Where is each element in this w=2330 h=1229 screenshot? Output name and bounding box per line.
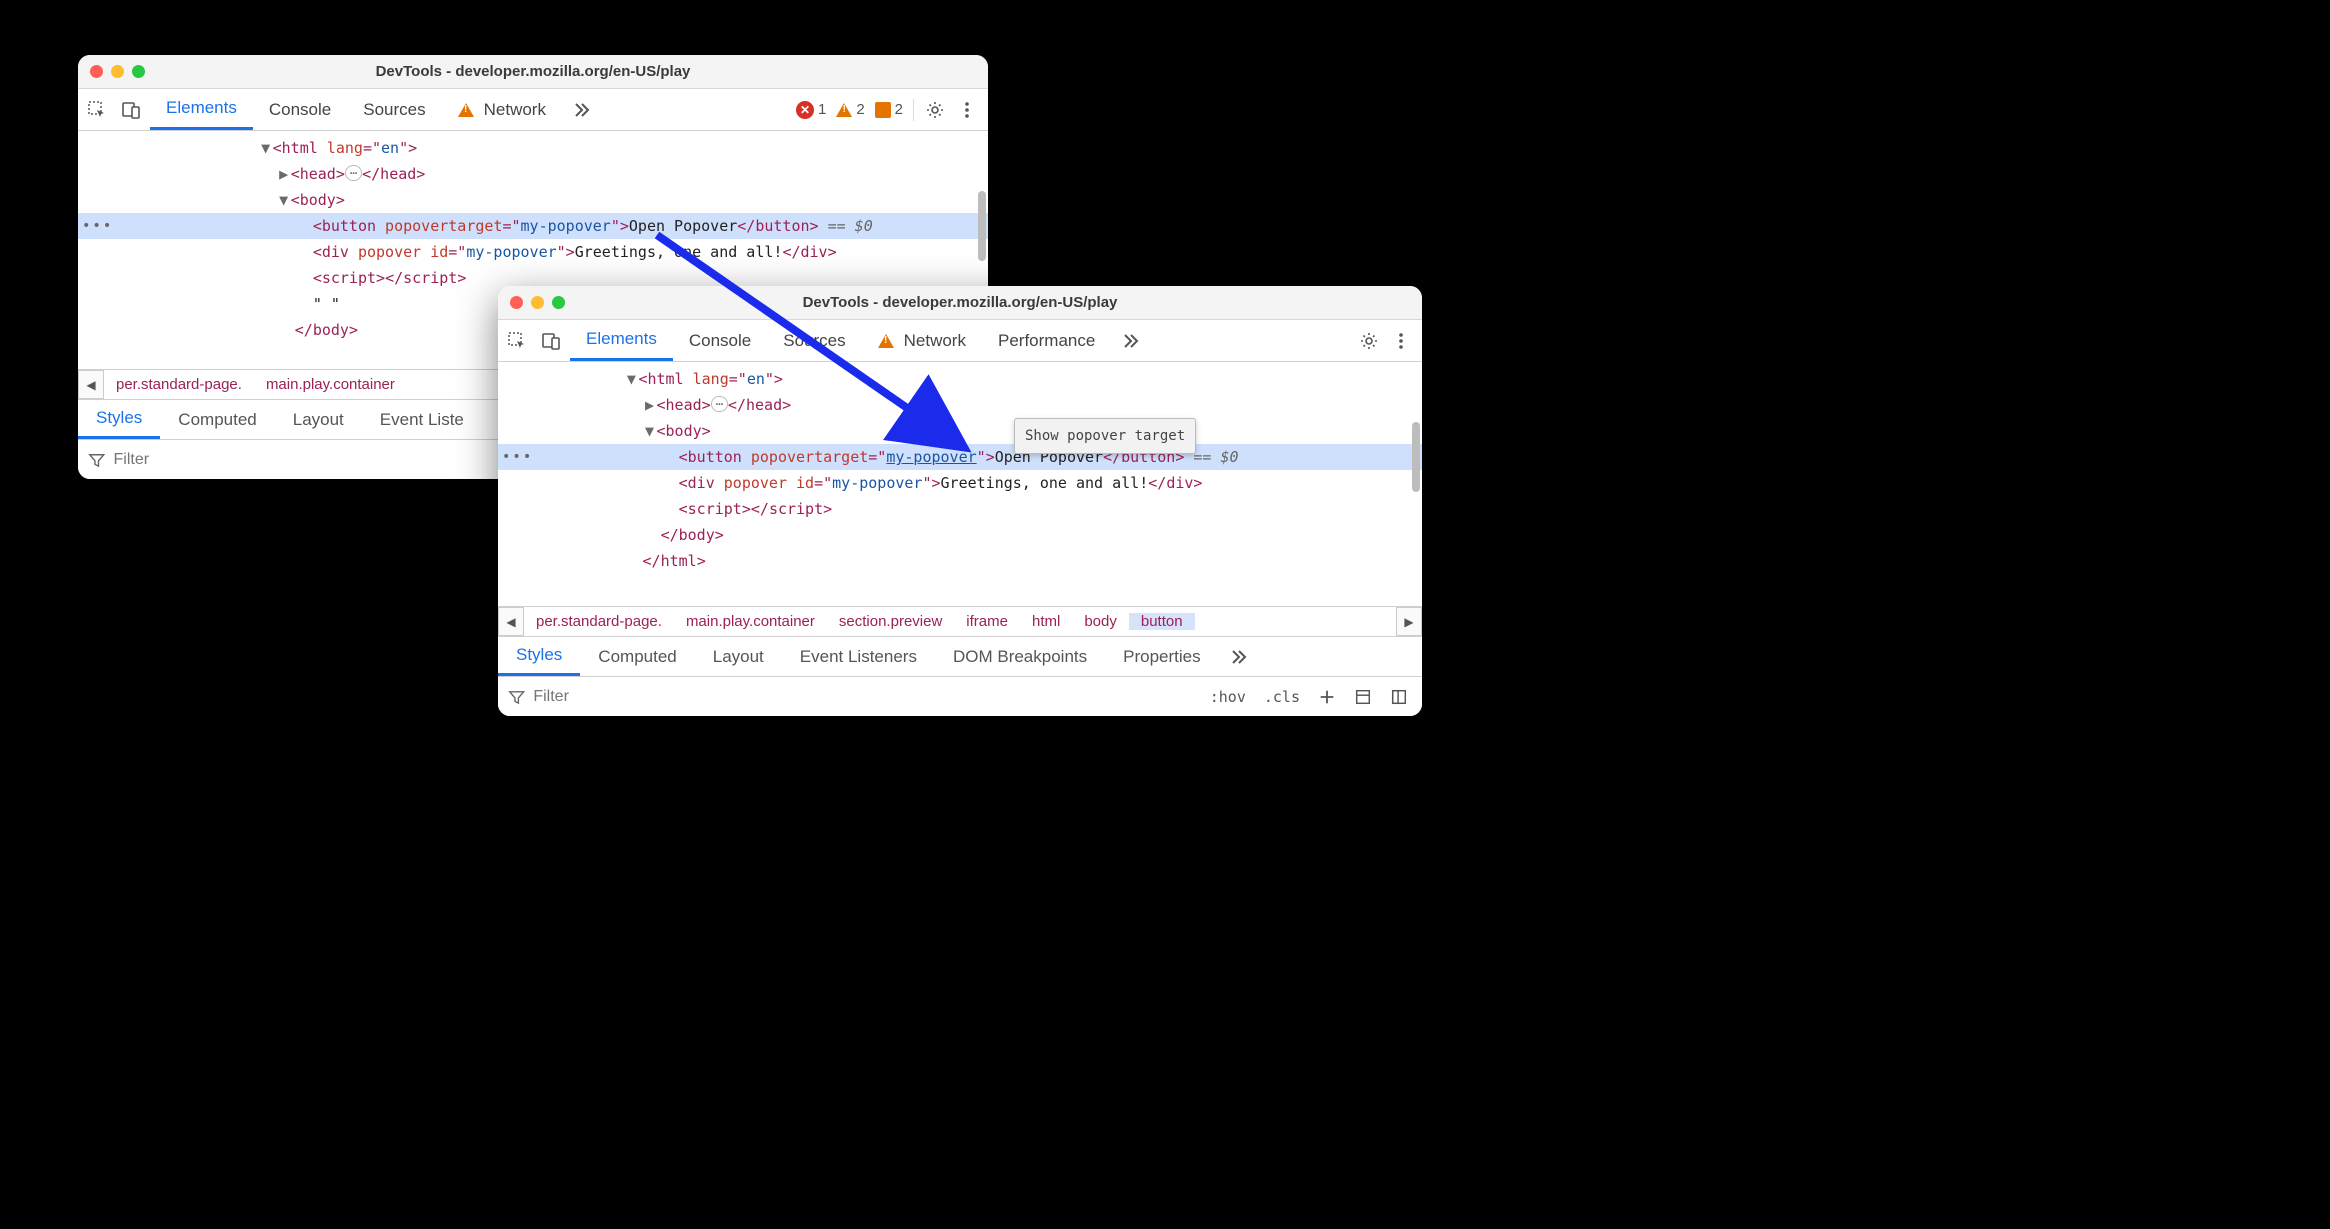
selection-marker-icon: ••• bbox=[82, 213, 113, 239]
subtab-overflow[interactable] bbox=[1219, 637, 1259, 676]
inspect-icon[interactable] bbox=[506, 330, 528, 352]
crumb-item[interactable]: section.preview bbox=[827, 613, 954, 630]
warning-icon bbox=[878, 334, 894, 348]
ellipsis-icon[interactable]: ⋯ bbox=[711, 396, 728, 412]
tab-elements[interactable]: Elements bbox=[150, 89, 253, 130]
filter-input[interactable] bbox=[533, 688, 1195, 706]
dom-tree[interactable]: ▼<html lang="en"> ▶<head>⋯</head> ▼<body… bbox=[498, 362, 1422, 606]
titlebar[interactable]: DevTools - developer.mozilla.org/en-US/p… bbox=[498, 286, 1422, 320]
window-title: DevTools - developer.mozilla.org/en-US/p… bbox=[498, 294, 1422, 311]
window-title: DevTools - developer.mozilla.org/en-US/p… bbox=[78, 63, 988, 80]
subtab-computed[interactable]: Computed bbox=[580, 637, 694, 676]
scrollbar[interactable] bbox=[1412, 422, 1420, 492]
tabs-overflow[interactable] bbox=[562, 89, 602, 130]
dom-line-html[interactable]: ▼<html lang="en"> bbox=[78, 135, 988, 161]
ellipsis-icon[interactable]: ⋯ bbox=[345, 165, 362, 181]
error-icon: ✕ bbox=[796, 101, 814, 119]
titlebar[interactable]: DevTools - developer.mozilla.org/en-US/p… bbox=[78, 55, 988, 89]
tabbar: Elements Console Sources Network ✕1 2 2 bbox=[78, 89, 988, 131]
crumb-item-selected[interactable]: button bbox=[1129, 613, 1195, 630]
info-badge[interactable]: 2 bbox=[875, 101, 903, 118]
warning-icon bbox=[836, 103, 852, 117]
subtab-styles[interactable]: Styles bbox=[498, 637, 580, 676]
minimize-button[interactable] bbox=[111, 65, 124, 78]
crumb-item[interactable]: html bbox=[1020, 613, 1072, 630]
settings-icon[interactable] bbox=[924, 99, 946, 121]
subtab-properties[interactable]: Properties bbox=[1105, 637, 1218, 676]
crumb-item[interactable]: main.play.container bbox=[254, 376, 407, 393]
subtab-computed[interactable]: Computed bbox=[160, 400, 274, 439]
maximize-button[interactable] bbox=[552, 296, 565, 309]
dom-line-script[interactable]: <script></script> bbox=[498, 496, 1422, 522]
warning-badge[interactable]: 2 bbox=[836, 101, 864, 118]
error-badge[interactable]: ✕1 bbox=[796, 101, 826, 119]
tabbar: Elements Console Sources Network Perform… bbox=[498, 320, 1422, 362]
close-button[interactable] bbox=[510, 296, 523, 309]
dom-line-head[interactable]: ▶<head>⋯</head> bbox=[78, 161, 988, 187]
styles-tabbar: Styles Computed Layout Event Listeners D… bbox=[498, 636, 1422, 676]
crumb-scroll-left-icon[interactable]: ◀ bbox=[498, 607, 524, 636]
more-icon[interactable] bbox=[1390, 330, 1412, 352]
popovertarget-link[interactable]: my-popover bbox=[886, 448, 976, 466]
tab-elements[interactable]: Elements bbox=[570, 320, 673, 361]
tab-console[interactable]: Console bbox=[253, 89, 347, 130]
more-icon[interactable] bbox=[956, 99, 978, 121]
device-toggle-icon[interactable] bbox=[120, 99, 142, 121]
minimize-button[interactable] bbox=[531, 296, 544, 309]
breadcrumb: ◀ per.standard-page. main.play.container… bbox=[498, 606, 1422, 636]
traffic-lights bbox=[510, 296, 565, 309]
settings-icon[interactable] bbox=[1358, 330, 1380, 352]
crumb-scroll-right-icon[interactable]: ▶ bbox=[1396, 607, 1422, 636]
new-style-rule-icon[interactable] bbox=[1314, 688, 1340, 706]
dom-line-html-close[interactable]: </html> bbox=[498, 548, 1422, 574]
maximize-button[interactable] bbox=[132, 65, 145, 78]
dom-line-div[interactable]: <div popover id="my-popover">Greetings, … bbox=[78, 239, 988, 265]
dom-line-body-close[interactable]: </body> bbox=[498, 522, 1422, 548]
dom-line-button[interactable]: ••• <button popovertarget="my-popover">O… bbox=[78, 213, 988, 239]
crumb-item[interactable]: per.standard-page. bbox=[104, 376, 254, 393]
tooltip: Show popover target bbox=[1014, 418, 1196, 454]
dom-line-button[interactable]: ••• <button popovertarget="my-popover">O… bbox=[498, 444, 1422, 470]
scrollbar[interactable] bbox=[978, 191, 986, 261]
tab-network[interactable]: Network bbox=[862, 320, 982, 361]
tab-sources[interactable]: Sources bbox=[347, 89, 441, 130]
dom-line-div[interactable]: <div popover id="my-popover">Greetings, … bbox=[498, 470, 1422, 496]
device-toggle-icon[interactable] bbox=[540, 330, 562, 352]
filter-bar: :hov .cls bbox=[498, 676, 1422, 716]
crumb-item[interactable]: main.play.container bbox=[674, 613, 827, 630]
devtools-window-2: DevTools - developer.mozilla.org/en-US/p… bbox=[498, 286, 1422, 716]
warning-icon bbox=[458, 103, 474, 117]
layout-toggle-icon[interactable] bbox=[1386, 688, 1412, 706]
filter-icon bbox=[508, 688, 525, 706]
dom-line-html[interactable]: ▼<html lang="en"> bbox=[498, 366, 1422, 392]
crumb-scroll-left-icon[interactable]: ◀ bbox=[78, 370, 104, 399]
dom-line-body[interactable]: ▼<body> bbox=[498, 418, 1422, 444]
subtab-event-listeners[interactable]: Event Listeners bbox=[782, 637, 935, 676]
cls-toggle[interactable]: .cls bbox=[1260, 688, 1304, 706]
computed-toggle-icon[interactable] bbox=[1350, 688, 1376, 706]
tab-network[interactable]: Network bbox=[442, 89, 562, 130]
subtab-dom-breakpoints[interactable]: DOM Breakpoints bbox=[935, 637, 1105, 676]
subtab-event-listeners[interactable]: Event Liste bbox=[362, 400, 482, 439]
inspect-icon[interactable] bbox=[86, 99, 108, 121]
subtab-layout[interactable]: Layout bbox=[695, 637, 782, 676]
selection-marker-icon: ••• bbox=[502, 444, 533, 470]
tabs-overflow[interactable] bbox=[1111, 320, 1151, 361]
close-button[interactable] bbox=[90, 65, 103, 78]
dom-line-head[interactable]: ▶<head>⋯</head> bbox=[498, 392, 1422, 418]
tab-sources[interactable]: Sources bbox=[767, 320, 861, 361]
subtab-styles[interactable]: Styles bbox=[78, 400, 160, 439]
info-icon bbox=[875, 102, 891, 118]
hov-toggle[interactable]: :hov bbox=[1206, 688, 1250, 706]
filter-icon bbox=[88, 451, 105, 469]
crumb-item[interactable]: body bbox=[1072, 613, 1129, 630]
crumb-item[interactable]: iframe bbox=[954, 613, 1020, 630]
traffic-lights bbox=[90, 65, 145, 78]
crumb-item[interactable]: per.standard-page. bbox=[524, 613, 674, 630]
subtab-layout[interactable]: Layout bbox=[275, 400, 362, 439]
tab-performance[interactable]: Performance bbox=[982, 320, 1111, 361]
tab-console[interactable]: Console bbox=[673, 320, 767, 361]
dom-line-body[interactable]: ▼<body> bbox=[78, 187, 988, 213]
